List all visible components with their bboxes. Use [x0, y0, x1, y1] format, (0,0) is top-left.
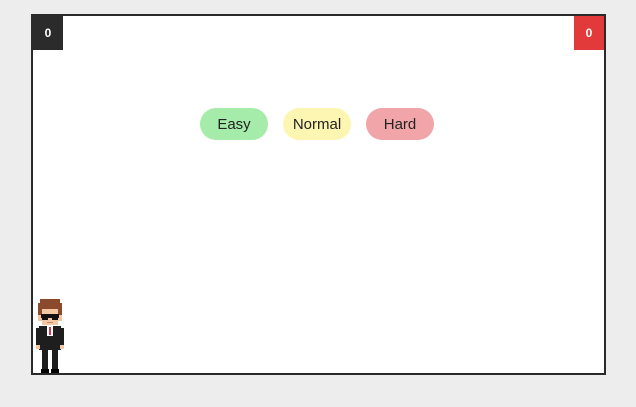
easy-button[interactable]: Easy [200, 108, 268, 140]
game-canvas[interactable]: 0 0 Easy Normal Hard [31, 14, 606, 375]
player-score: 0 [33, 16, 63, 50]
enemy-score-value: 0 [585, 26, 593, 40]
hard-button[interactable]: Hard [366, 108, 434, 140]
pixel-agent-sunglasses-icon [36, 299, 64, 373]
difficulty-selector: Easy Normal Hard [200, 108, 434, 140]
player-score-value: 0 [44, 26, 52, 40]
player-character [35, 299, 65, 373]
normal-button[interactable]: Normal [283, 108, 351, 140]
enemy-score: 0 [574, 16, 604, 50]
